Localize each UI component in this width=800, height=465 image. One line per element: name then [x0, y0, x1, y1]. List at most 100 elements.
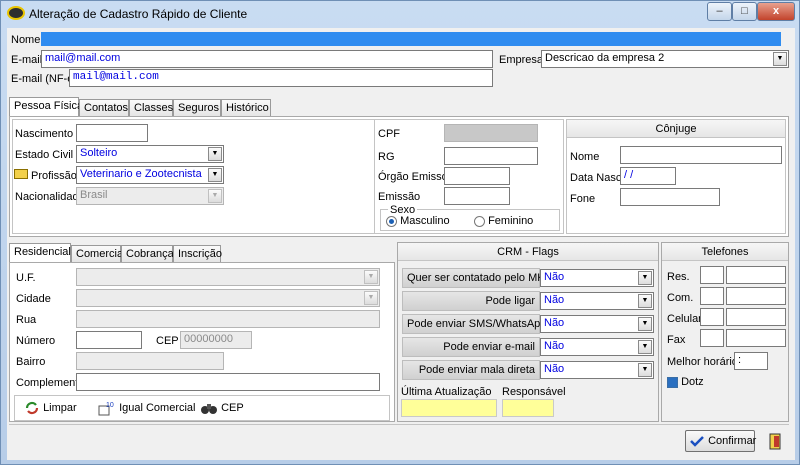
crm-flag-select[interactable]: Não ▼ — [540, 269, 654, 287]
limpar-label: Limpar — [43, 401, 77, 414]
conjuge-data-nasc-input[interactable]: / / — [620, 167, 676, 185]
rg-input[interactable] — [444, 147, 538, 165]
limpar-button[interactable]: Limpar — [24, 401, 77, 415]
conjuge-fone-input[interactable] — [620, 188, 720, 206]
chevron-down-icon[interactable]: ▼ — [638, 340, 652, 354]
responsavel-field — [502, 399, 554, 417]
estado-civil-value: Solteiro — [80, 147, 118, 159]
maximize-button[interactable]: □ — [732, 2, 757, 21]
res-ddd-input[interactable] — [700, 266, 724, 284]
numero-input[interactable] — [76, 331, 142, 349]
minimize-button[interactable]: – — [707, 2, 732, 21]
radio-selected-icon[interactable] — [386, 215, 397, 227]
celular-ddd-input[interactable] — [700, 308, 724, 326]
chevron-down-icon: ▼ — [208, 189, 222, 203]
cidade-label: Cidade — [16, 293, 51, 305]
cep-input[interactable]: 00000000 — [180, 331, 252, 349]
igual-comercial-button[interactable]: 10 Igual Comercial — [98, 400, 195, 416]
sexo-feminino-option[interactable]: Feminino — [474, 215, 533, 227]
chevron-down-icon[interactable]: ▼ — [208, 147, 222, 161]
crm-flag-value: Não — [544, 340, 565, 352]
confirmar-button[interactable]: Confirmar — [685, 430, 756, 452]
tab-historico[interactable]: Histórico — [221, 99, 271, 117]
fax-ddd-input[interactable] — [700, 329, 724, 347]
cidade-select[interactable]: ▼ — [76, 289, 380, 307]
empresa-select[interactable]: Descricao da empresa 2 ▼ — [541, 50, 789, 68]
numero-label: Número — [16, 335, 56, 347]
melhor-horario-input[interactable]: : — [734, 352, 768, 370]
crm-title: CRM - Flags — [398, 243, 658, 261]
tab-classes[interactable]: Classes — [129, 99, 173, 117]
feminino-label: Feminino — [488, 215, 534, 227]
nacionalidade-select[interactable]: Brasil ▼ — [76, 187, 224, 205]
crm-flag-select[interactable]: Não ▼ — [540, 292, 654, 310]
bairro-input[interactable] — [76, 352, 224, 370]
crm-flag-select[interactable]: Não ▼ — [540, 361, 654, 379]
chevron-down-icon[interactable]: ▼ — [773, 52, 787, 66]
exit-button[interactable] — [765, 431, 785, 451]
nome-input[interactable] — [41, 32, 781, 46]
celular-phone-input[interactable] — [726, 308, 786, 326]
res-phone-input[interactable] — [726, 266, 786, 284]
copy-address-icon: 10 — [98, 402, 114, 416]
crm-flag-label: Pode enviar mala direta — [402, 360, 540, 380]
title-bar[interactable]: Alteração de Cadastro Rápido de Cliente … — [1, 1, 800, 27]
chevron-down-icon[interactable]: ▼ — [638, 271, 652, 285]
nascimento-label: Nascimento — [15, 128, 74, 140]
chevron-down-icon: ▼ — [364, 291, 378, 305]
crm-flag-value: Não — [544, 271, 565, 283]
crm-flag-label: Pode enviar SMS/WhatsApp — [402, 314, 546, 334]
responsavel-label: Responsável — [502, 386, 566, 398]
tab-residencial[interactable]: Residencial — [9, 243, 71, 263]
nome-label: Nome — [11, 34, 41, 46]
uf-select[interactable]: ▼ — [76, 268, 380, 286]
tab-seguros[interactable]: Seguros — [173, 99, 221, 117]
binoculars-icon — [201, 404, 217, 414]
crm-flag-select[interactable]: Não ▼ — [540, 338, 654, 356]
exit-door-icon — [769, 433, 781, 450]
masculino-label: Masculino — [400, 215, 450, 227]
celular-label: Celular — [667, 313, 702, 325]
ultima-atualizacao-field — [401, 399, 497, 417]
fax-phone-input[interactable] — [726, 329, 786, 347]
close-button[interactable]: x — [757, 2, 795, 21]
emissao-input[interactable] — [444, 187, 510, 205]
checkbox-icon[interactable] — [667, 376, 678, 388]
conjuge-nome-input[interactable] — [620, 146, 782, 164]
chevron-down-icon[interactable]: ▼ — [208, 168, 222, 182]
tab-contatos[interactable]: Contatos — [79, 99, 129, 117]
radio-unselected-icon[interactable] — [474, 215, 485, 227]
estado-civil-select[interactable]: Solteiro ▼ — [76, 145, 224, 163]
chevron-down-icon[interactable]: ▼ — [638, 294, 652, 308]
tab-inscricao[interactable]: Inscrição — [173, 245, 222, 263]
tab-cobranca[interactable]: Cobrança — [121, 245, 174, 263]
crm-flag-select[interactable]: Não ▼ — [540, 315, 654, 333]
profissao-select[interactable]: Veterinario e Zootecnista ▼ — [76, 166, 224, 184]
chevron-down-icon[interactable]: ▼ — [638, 363, 652, 377]
sexo-masculino-option[interactable]: Masculino — [386, 215, 450, 227]
conjuge-nome-label: Nome — [570, 151, 600, 163]
complemento-input[interactable] — [76, 373, 380, 391]
footer-bar — [9, 424, 789, 458]
bairro-label: Bairro — [16, 356, 46, 368]
refresh-icon — [25, 401, 39, 415]
ultima-atualizacao-label: Última Atualização — [401, 386, 492, 398]
rg-label: RG — [378, 151, 395, 163]
orgao-emissor-input[interactable] — [444, 167, 510, 185]
rua-label: Rua — [16, 314, 37, 326]
cep-button[interactable]: CEP — [200, 400, 244, 416]
fax-label: Fax — [667, 334, 686, 346]
email-input[interactable]: mail@mail.com — [41, 50, 493, 68]
nascimento-input[interactable] — [76, 124, 148, 142]
chevron-down-icon[interactable]: ▼ — [638, 317, 652, 331]
dotz-checkbox[interactable]: Dotz — [667, 376, 704, 388]
profissao-lookup-icon[interactable] — [14, 169, 28, 179]
com-ddd-input[interactable] — [700, 287, 724, 305]
window: Alteração de Cadastro Rápido de Cliente … — [0, 0, 800, 465]
rua-input[interactable] — [76, 310, 380, 328]
cpf-input[interactable] — [444, 124, 538, 142]
tab-pessoa-fisica[interactable]: Pessoa Física — [9, 97, 83, 117]
tab-comercial[interactable]: Comercial — [71, 245, 126, 263]
email-nfe-input[interactable]: mail@mail.com — [69, 69, 493, 87]
com-phone-input[interactable] — [726, 287, 786, 305]
